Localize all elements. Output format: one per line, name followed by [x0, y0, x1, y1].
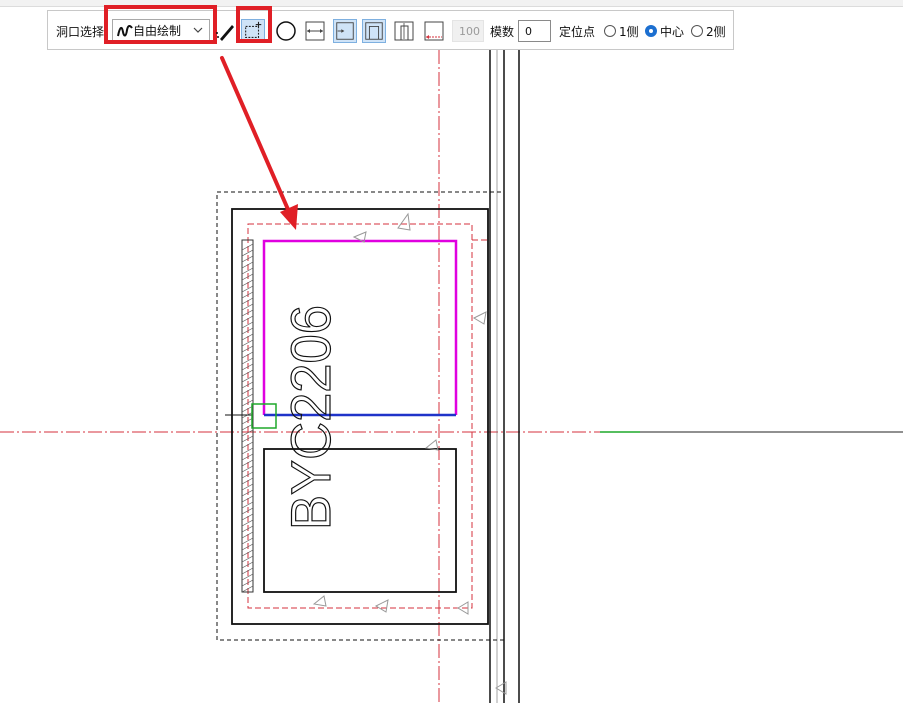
modulus-input[interactable]: 0: [518, 20, 551, 42]
modulus-label-wrap: 模数: [490, 11, 514, 51]
anchor-side1-wrap: 1侧: [619, 11, 639, 51]
drawing-canvas[interactable]: BYC2206: [0, 0, 903, 703]
highlight-box-dropdown: [104, 5, 217, 44]
offset-value-field: 100: [452, 20, 484, 42]
anchor-center-wrap: 中心: [660, 11, 684, 51]
annotation-arrow-shaft: [220, 56, 292, 216]
anchor-radio-side2[interactable]: [691, 25, 703, 37]
fill-marks: [312, 212, 507, 695]
hole-select-label-wrap: 洞口选择: [56, 11, 104, 51]
circle-icon[interactable]: [274, 19, 298, 43]
pencil-edit-icon[interactable]: [214, 19, 238, 43]
anchor-label: 定位点: [559, 24, 596, 39]
anchor-radio-center[interactable]: [645, 25, 657, 37]
anchor-center-label: 中心: [660, 24, 685, 39]
opening-toolbar: 洞口选择 自由绘制 100 模数 0 定位点 1侧 中心 2侧: [47, 5, 734, 51]
anchor-radio-side1[interactable]: [604, 25, 616, 37]
bottom-offset-icon[interactable]: [422, 19, 446, 43]
hole-select-label: 洞口选择: [56, 24, 105, 39]
highlight-box-rectangle: [236, 6, 272, 43]
modulus-label: 模数: [490, 24, 515, 39]
anchor-side2-wrap: 2侧: [706, 11, 726, 51]
anchor-side2-label: 2侧: [706, 24, 726, 39]
width-span-icon[interactable]: [303, 19, 327, 43]
anchor-side1-label: 1侧: [619, 24, 639, 39]
center-frame-icon[interactable]: [392, 19, 416, 43]
red-dashed-offset-outer: [471, 239, 487, 608]
offset-left-icon[interactable]: [333, 19, 357, 43]
panel-outline: [231, 208, 489, 625]
door-shape-icon[interactable]: [362, 19, 386, 43]
element-label: BYC2206: [279, 305, 342, 530]
anchor-label-wrap: 定位点: [559, 11, 595, 51]
